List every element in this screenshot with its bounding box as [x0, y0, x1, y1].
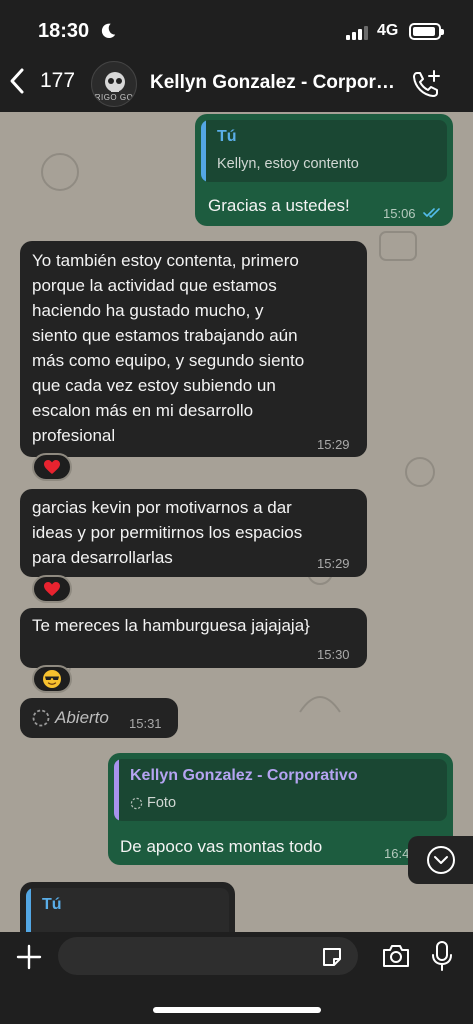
- heart-icon: [44, 460, 60, 474]
- message-incoming[interactable]: Te mereces la hamburguesa jajajaja} 15:3…: [20, 608, 367, 668]
- message-text: Abierto: [55, 708, 109, 727]
- quote-text: Kellyn, estoy contento: [217, 156, 359, 172]
- view-once-icon: [32, 709, 50, 727]
- read-ticks-icon: [423, 208, 440, 219]
- quoted-message[interactable]: Tú: [26, 888, 229, 932]
- quote-author: Kellyn Gonzalez - Corporativo: [130, 767, 358, 784]
- message-text: Gracias a ustedes!: [208, 196, 350, 215]
- chevron-left-icon: [10, 68, 24, 94]
- top-bar: 18:30 4G 177 RIGO GO Kellyn Gonzalez - C…: [0, 0, 473, 112]
- avatar-text: RIGO GO: [94, 93, 134, 102]
- message-time: 15:29: [317, 437, 350, 452]
- reaction-badge[interactable]: [32, 575, 72, 603]
- scroll-down-button[interactable]: [408, 836, 473, 884]
- message-text: Yo también estoy contenta, primero porqu…: [32, 251, 305, 445]
- message-incoming[interactable]: Yo también estoy contenta, primero porqu…: [20, 241, 367, 457]
- quote-author: Tú: [217, 128, 237, 145]
- signal-icon: [346, 26, 368, 40]
- sunglasses-emoji-icon: [43, 670, 61, 688]
- camera-icon[interactable]: [381, 943, 411, 969]
- status-time: 18:30: [38, 20, 90, 42]
- moon-icon: [101, 23, 116, 39]
- quoted-message[interactable]: Tú Kellyn, estoy contento: [201, 120, 447, 182]
- scroll-down-icon: [426, 846, 455, 874]
- message-time: 15:30: [317, 647, 350, 662]
- avatar[interactable]: RIGO GO: [91, 61, 137, 107]
- photo-view-once-icon: [130, 797, 143, 809]
- message-text: Te mereces la hamburguesa jajajaja}: [32, 616, 310, 635]
- message-text: De apoco vas montas todo: [120, 837, 323, 856]
- message-time: 15:06: [383, 206, 416, 221]
- reaction-badge[interactable]: [32, 665, 72, 693]
- plus-icon[interactable]: [16, 944, 42, 970]
- quote-text: Foto: [130, 795, 176, 811]
- message-outgoing[interactable]: Kellyn Gonzalez - Corporativo Foto De ap…: [108, 753, 453, 865]
- message-text: garcias kevin por motivarnos a dar ideas…: [32, 498, 303, 567]
- message-time: 15:29: [317, 556, 350, 571]
- microphone-icon[interactable]: [431, 940, 453, 972]
- message-time: 15:31: [129, 716, 162, 731]
- chat-area[interactable]: Tú Kellyn, estoy contento Gracias a uste…: [0, 112, 473, 932]
- message-outgoing[interactable]: Tú: [20, 882, 235, 932]
- quoted-message[interactable]: Kellyn Gonzalez - Corporativo Foto: [114, 759, 447, 821]
- sticker-icon[interactable]: [320, 945, 344, 969]
- network-label: 4G: [377, 22, 399, 39]
- message-input[interactable]: [58, 937, 358, 975]
- back-button[interactable]: 177: [8, 66, 75, 96]
- heart-icon: [44, 582, 60, 596]
- add-call-icon[interactable]: [410, 68, 442, 100]
- message-incoming[interactable]: garcias kevin por motivarnos a dar ideas…: [20, 489, 367, 577]
- battery-icon: [409, 23, 444, 40]
- reaction-badge[interactable]: [32, 453, 72, 481]
- unread-count: 177: [40, 69, 76, 92]
- home-indicator: [153, 1007, 321, 1013]
- contact-name[interactable]: Kellyn Gonzalez - Corporativo: [150, 72, 398, 94]
- message-time: 16:4: [384, 846, 410, 861]
- quote-author: Tú: [42, 896, 62, 913]
- view-once-message[interactable]: Abierto 15:31: [20, 698, 178, 738]
- message-outgoing[interactable]: Tú Kellyn, estoy contento Gracias a uste…: [195, 114, 453, 226]
